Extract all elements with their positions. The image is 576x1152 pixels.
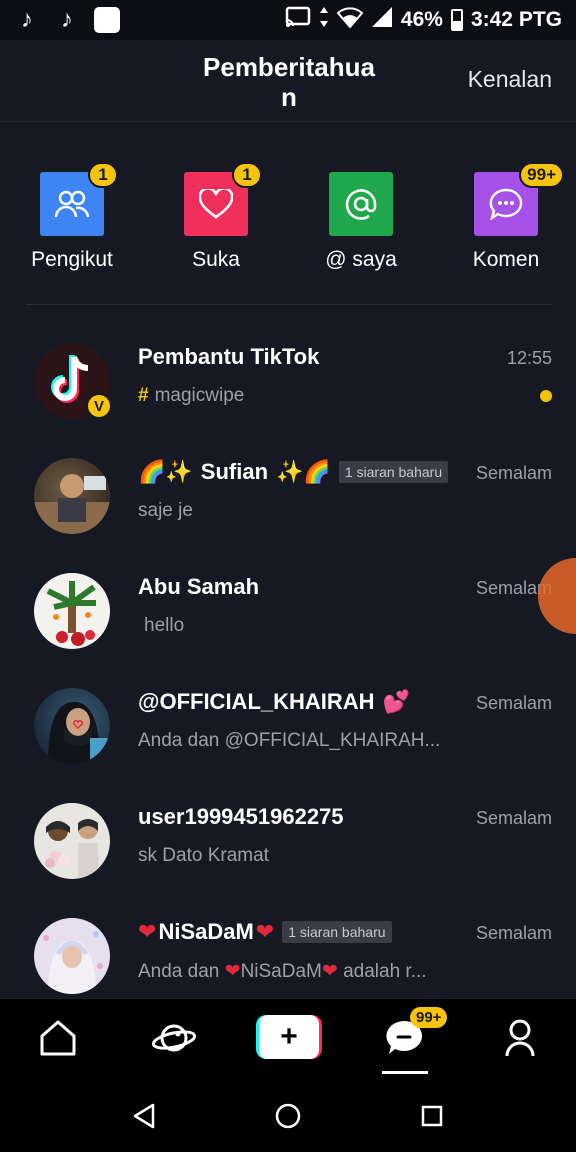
sender-name: Pembantu TikTok	[138, 344, 320, 369]
app-notification-icon	[94, 7, 120, 33]
notification-name: 🌈✨ Sufian ✨🌈 1 siaran baharu	[138, 459, 449, 485]
notification-time: Semalam	[475, 808, 552, 828]
notification-name: user1999451962275	[138, 804, 344, 830]
list-item[interactable]: user1999451962275 sk Dato Kramat Semalam	[0, 778, 576, 893]
notification-name: @OFFICIAL_KHAIRAH 💕	[138, 689, 410, 715]
header: Pemberitahuan Kenalan	[0, 40, 576, 122]
inbox-badge: 99+	[410, 1007, 448, 1028]
discover-planet-icon[interactable]	[146, 1013, 202, 1063]
sender-name: NiSaDaM	[158, 919, 254, 944]
tiktok-notification-icon: ♪	[21, 6, 33, 33]
verified-badge-icon: V	[86, 393, 112, 419]
notification-time: 12:55	[506, 348, 552, 368]
notification-name: Abu Samah	[138, 574, 259, 600]
heart-emoji-icon: ❤	[321, 961, 338, 982]
sender-name: user1999451962275	[138, 804, 344, 829]
category-label: Pengikut	[31, 248, 113, 271]
category-mentions[interactable]: @ saya	[301, 160, 421, 272]
notification-list[interactable]: V Pembantu TikTok # magicwipe 12:55 🌈✨ Su…	[0, 318, 576, 998]
category-komen[interactable]: 99+ Komen	[446, 160, 566, 272]
notification-preview: Anda dan ❤NiSaDaM❤ adalah r...	[138, 960, 427, 983]
notification-preview: saje je	[138, 500, 193, 521]
list-item[interactable]: Abu Samah hello Semalam	[0, 548, 576, 663]
home-circle-icon[interactable]	[270, 1098, 306, 1134]
notification-name: ❤ NiSaDaM ❤ 1 siaran baharu	[138, 919, 392, 945]
heart-emoji-icon: ❤	[224, 961, 241, 982]
unread-dot	[540, 390, 552, 402]
cast-icon	[285, 6, 311, 34]
list-item[interactable]: V Pembantu TikTok # magicwipe 12:55	[0, 318, 576, 433]
battery-icon	[450, 9, 463, 31]
rainbow-icon: ✨🌈	[276, 459, 331, 484]
sender-name: @OFFICIAL_KHAIRAH	[138, 689, 375, 714]
avatar	[34, 458, 110, 534]
list-item[interactable]: ❤ NiSaDaM ❤ 1 siaran baharu Anda dan ❤Ni…	[0, 893, 576, 998]
notification-preview: hello	[144, 615, 185, 636]
list-item[interactable]: 🌈✨ Sufian ✨🌈 1 siaran baharu saje je Sem…	[0, 433, 576, 548]
clock: 3:42 PTG	[470, 8, 562, 31]
bottom-nav: + 99+	[0, 998, 576, 1076]
notification-preview: sk Dato Kramat	[138, 845, 269, 866]
notification-preview: Anda dan @OFFICIAL_KHAIRAH...	[138, 730, 441, 751]
status-bar: ♪ ♪ 46% 3:42 PTG	[0, 0, 576, 40]
heart-emoji-icon: ❤	[255, 919, 275, 944]
comment-icon: 99+	[474, 162, 564, 236]
divider	[26, 304, 552, 305]
category-pengikut[interactable]: 1 Pengikut	[12, 160, 132, 272]
sender-name: Sufian	[200, 459, 269, 484]
category-label: Suka	[192, 248, 240, 271]
people-icon: 1	[40, 162, 118, 236]
profile-icon[interactable]	[492, 1013, 548, 1063]
preview-text: NiSaDaM	[240, 961, 322, 982]
new-post-tag: 1 siaran baharu	[282, 921, 392, 943]
battery-percent: 46%	[400, 8, 443, 31]
signal-icon	[371, 6, 393, 34]
preview-text: Anda dan	[138, 961, 220, 982]
hashtag-icon: #	[138, 385, 149, 406]
heart-icon: 1	[184, 162, 262, 236]
home-icon[interactable]	[30, 1013, 86, 1063]
category-suka[interactable]: 1 Suka	[156, 160, 276, 272]
new-post-tag: 1 siaran baharu	[338, 461, 449, 483]
avatar: V	[34, 343, 112, 419]
wifi-icon	[336, 6, 364, 34]
category-label: Komen	[472, 248, 540, 271]
list-item[interactable]: @OFFICIAL_KHAIRAH 💕 Anda dan @OFFICIAL_K…	[0, 663, 576, 778]
notifications-screen: ♪ ♪ 46% 3:42 PTG Pemberitahuan Kenalan 1…	[0, 0, 576, 1152]
notification-name: Pembantu TikTok	[138, 344, 319, 370]
notification-preview: # magicwipe	[138, 385, 244, 407]
recents-square-icon[interactable]	[414, 1098, 450, 1134]
rainbow-icon: 🌈✨	[138, 459, 193, 484]
avatar	[34, 918, 110, 994]
category-label: @ saya	[325, 248, 397, 271]
at-icon	[329, 172, 393, 236]
plus-icon: +	[259, 1015, 319, 1059]
sender-name: Abu Samah	[138, 574, 260, 599]
tiktok-notification-icon: ♪	[61, 6, 73, 33]
back-icon[interactable]	[126, 1098, 162, 1134]
create-button[interactable]: +	[256, 1015, 322, 1059]
notification-categories: 1 Pengikut 1 Suka @ saya 99+ Komen	[0, 160, 576, 280]
notification-time: Semalam	[475, 693, 552, 713]
system-nav-bar	[0, 1076, 576, 1152]
hearts-emoji-icon: 💕	[382, 689, 410, 714]
avatar	[34, 803, 110, 879]
page-title: Pemberitahuan	[203, 52, 375, 112]
heart-emoji-icon: ❤	[138, 919, 157, 944]
category-badge: 1	[88, 162, 118, 188]
data-arrows-icon	[319, 6, 329, 34]
notification-time: Semalam	[475, 463, 552, 483]
category-badge: 1	[232, 162, 262, 188]
preview-text: magicwipe	[154, 385, 245, 406]
active-tab-indicator	[382, 1071, 428, 1074]
kenalan-button[interactable]: Kenalan	[468, 66, 552, 93]
category-badge: 99+	[519, 162, 564, 188]
avatar	[34, 688, 110, 764]
avatar	[34, 573, 110, 649]
preview-text: adalah r...	[343, 961, 427, 982]
notification-time: Semalam	[475, 923, 552, 943]
